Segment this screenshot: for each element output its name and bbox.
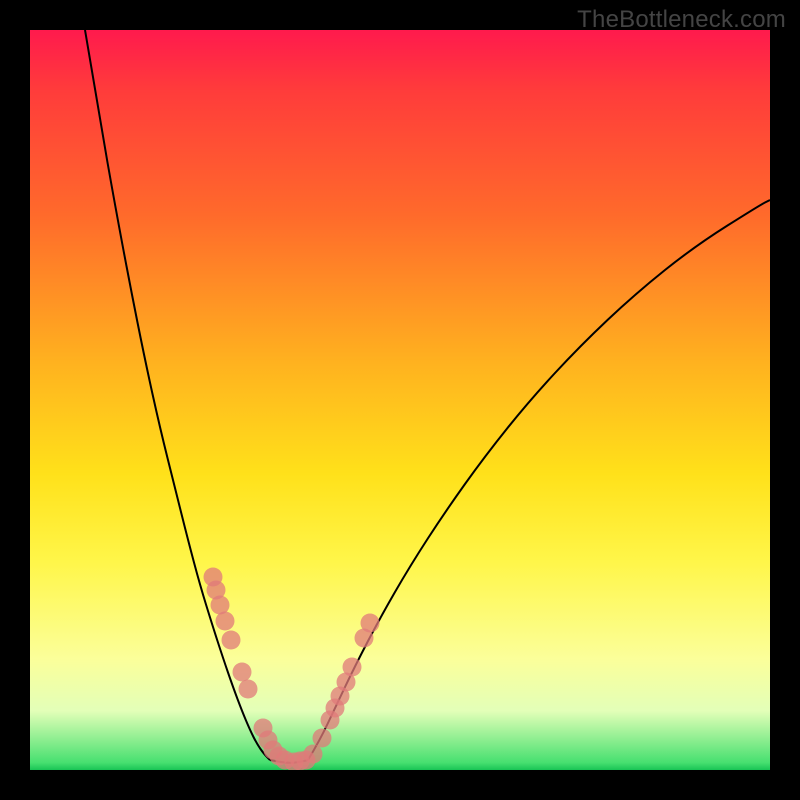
data-point — [239, 680, 258, 699]
data-point — [233, 663, 252, 682]
data-point — [216, 612, 235, 631]
chart-stage: TheBottleneck.com — [0, 0, 800, 800]
data-point — [313, 729, 332, 748]
curve-left-branch — [85, 30, 270, 760]
curve-group — [85, 30, 770, 763]
data-point — [343, 658, 362, 677]
dot-group — [204, 568, 380, 771]
chart-overlay — [30, 30, 770, 770]
data-point — [304, 745, 323, 764]
curve-right-branch — [308, 200, 770, 760]
data-point — [222, 631, 241, 650]
data-point — [361, 614, 380, 633]
